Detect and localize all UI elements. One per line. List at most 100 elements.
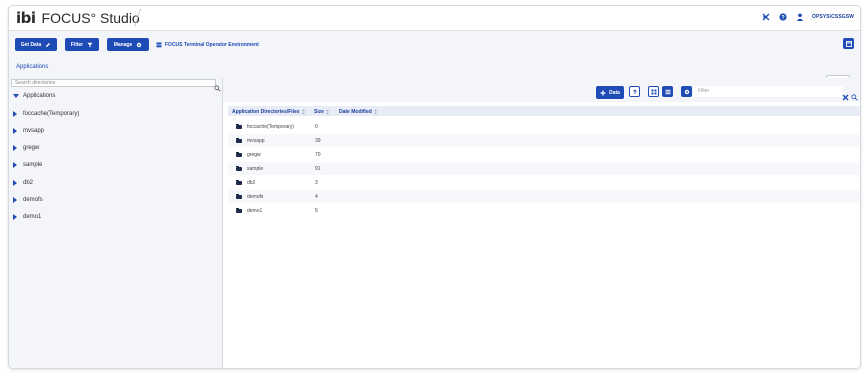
environment-link[interactable]: FOCUS Terminal Operator Environment: [156, 42, 259, 48]
pencil-icon: [46, 42, 51, 47]
manage-label: Manage: [113, 41, 133, 48]
row-name: foccache(Temporary): [247, 124, 294, 130]
main-toolbar: Get Data Filter Manage FOCUS Terminal Op…: [9, 31, 860, 53]
get-data-button[interactable]: Get Data: [15, 38, 57, 51]
user-icon[interactable]: [795, 12, 805, 22]
tree-item-label: mvsapp: [23, 128, 45, 134]
cell-size: 0: [315, 124, 318, 130]
filter-search-icon[interactable]: [851, 88, 858, 106]
row-name: demofs: [247, 194, 264, 200]
tree-item-label: demo1: [23, 214, 42, 220]
column-header-label: Size: [314, 109, 325, 115]
chevron-right-icon: [13, 214, 17, 220]
tree-item-label: db2: [23, 180, 34, 186]
table-row[interactable]: foccache(Temporary) 0: [228, 120, 860, 133]
list-view-button[interactable]: [662, 86, 673, 97]
column-header-label: Application Directories/Files: [232, 109, 300, 115]
folder-icon: [236, 166, 242, 171]
tree-root-applications[interactable]: Applications: [13, 93, 55, 99]
column-header-label: Date Modified: [339, 109, 372, 115]
table-row[interactable]: db2 3: [228, 176, 860, 189]
tree-item[interactable]: demo1: [13, 214, 41, 220]
upload-button[interactable]: [629, 86, 640, 97]
gear-icon: [137, 42, 142, 47]
content-toolbar: Data Filter: [223, 78, 860, 102]
cell-name: mvsapp: [236, 138, 265, 144]
tree-item[interactable]: foccache(Temporary): [13, 111, 79, 117]
help-icon[interactable]: ?: [778, 12, 788, 22]
environment-label: FOCUS Terminal Operator Environment: [165, 42, 259, 48]
gear-icon: [684, 89, 689, 94]
add-data-button[interactable]: Data: [596, 86, 624, 99]
breadcrumb: Applications: [9, 58, 860, 80]
table-row[interactable]: gregw 70: [228, 148, 860, 161]
folder-icon: [236, 208, 242, 213]
table-row[interactable]: sample 91: [228, 162, 860, 175]
folder-icon: [236, 124, 242, 129]
cell-size: 39: [315, 138, 321, 144]
upload-icon: [632, 88, 637, 94]
cell-name: foccache(Temporary): [236, 124, 294, 130]
cell-size: 70: [315, 152, 321, 158]
content-panel: Data Filter Application Directories/File…: [223, 78, 860, 368]
column-header-date-modified[interactable]: Date Modified: [339, 109, 377, 115]
app-logo: ibi FOCUS° Studio: [16, 9, 140, 27]
column-header-name[interactable]: Application Directories/Files: [232, 109, 305, 115]
app-window: ibi FOCUS° Studio ? OPSYS\CSSGSW Get Dat…: [8, 5, 861, 369]
tree-item-label: foccache(Temporary): [23, 111, 80, 117]
tree-item-label: demofs: [23, 197, 43, 203]
funnel-icon: [87, 42, 93, 47]
cell-name: gregw: [236, 152, 261, 158]
chevron-right-icon: [13, 111, 17, 117]
table-row[interactable]: demofs 4: [228, 190, 860, 203]
table-row[interactable]: demo1 5: [228, 204, 860, 217]
tree-item[interactable]: demofs: [13, 197, 43, 203]
filter-input[interactable]: Filter: [693, 86, 843, 97]
ibi-logo: ibi: [16, 9, 36, 27]
folder-icon: [236, 138, 242, 143]
row-name: db2: [247, 180, 256, 186]
tree-item[interactable]: sample: [13, 162, 42, 168]
sort-icon: [373, 109, 377, 115]
get-data-label: Get Data: [20, 41, 42, 48]
server-icon: [156, 42, 162, 48]
folder-icon: [236, 194, 242, 199]
cell-size: 91: [315, 166, 321, 172]
cell-name: demofs: [236, 194, 263, 200]
table-row[interactable]: mvsapp 39: [228, 134, 860, 147]
grid-view-button[interactable]: [648, 86, 659, 97]
row-name: demo1: [247, 208, 263, 214]
folder-icon: [236, 152, 242, 157]
tree-item[interactable]: gregw: [13, 145, 39, 151]
row-name: mvsapp: [247, 138, 265, 144]
settings-button[interactable]: [681, 86, 692, 97]
cell-name: sample: [236, 166, 263, 172]
table-header: Application Directories/Files Size Date …: [228, 106, 860, 116]
cell-name: db2: [236, 180, 255, 186]
column-header-size[interactable]: Size: [314, 109, 330, 115]
breadcrumb-applications[interactable]: Applications: [16, 64, 48, 70]
search-icon[interactable]: [214, 79, 221, 97]
tools-icon[interactable]: [761, 12, 771, 22]
top-right-controls: ? OPSYS\CSSGSW: [761, 12, 854, 22]
user-name[interactable]: OPSYS\CSSGSW: [812, 14, 854, 20]
filter-label: Filter: [70, 41, 84, 48]
cell-size: 4: [315, 194, 318, 200]
plus-icon: [600, 90, 606, 95]
grid-icon: [651, 89, 656, 94]
search-directories-input[interactable]: Search directories: [11, 79, 216, 87]
panel-toggle-button[interactable]: [843, 38, 854, 49]
tree-item[interactable]: mvsapp: [13, 128, 44, 134]
chevron-right-icon: [13, 128, 17, 134]
chevron-down-icon: [13, 94, 19, 98]
manage-button[interactable]: Manage: [107, 38, 149, 51]
window-icon: [845, 40, 852, 47]
chevron-right-icon: [13, 197, 17, 203]
title-bar: ibi FOCUS° Studio ? OPSYS\CSSGSW: [9, 6, 860, 31]
cell-size: 5: [315, 208, 318, 214]
filter-button[interactable]: Filter: [65, 38, 99, 51]
clear-filter-icon[interactable]: [842, 88, 849, 106]
cell-name: demo1: [236, 208, 262, 214]
tree-item[interactable]: db2: [13, 180, 33, 186]
chevron-right-icon: [13, 162, 17, 168]
